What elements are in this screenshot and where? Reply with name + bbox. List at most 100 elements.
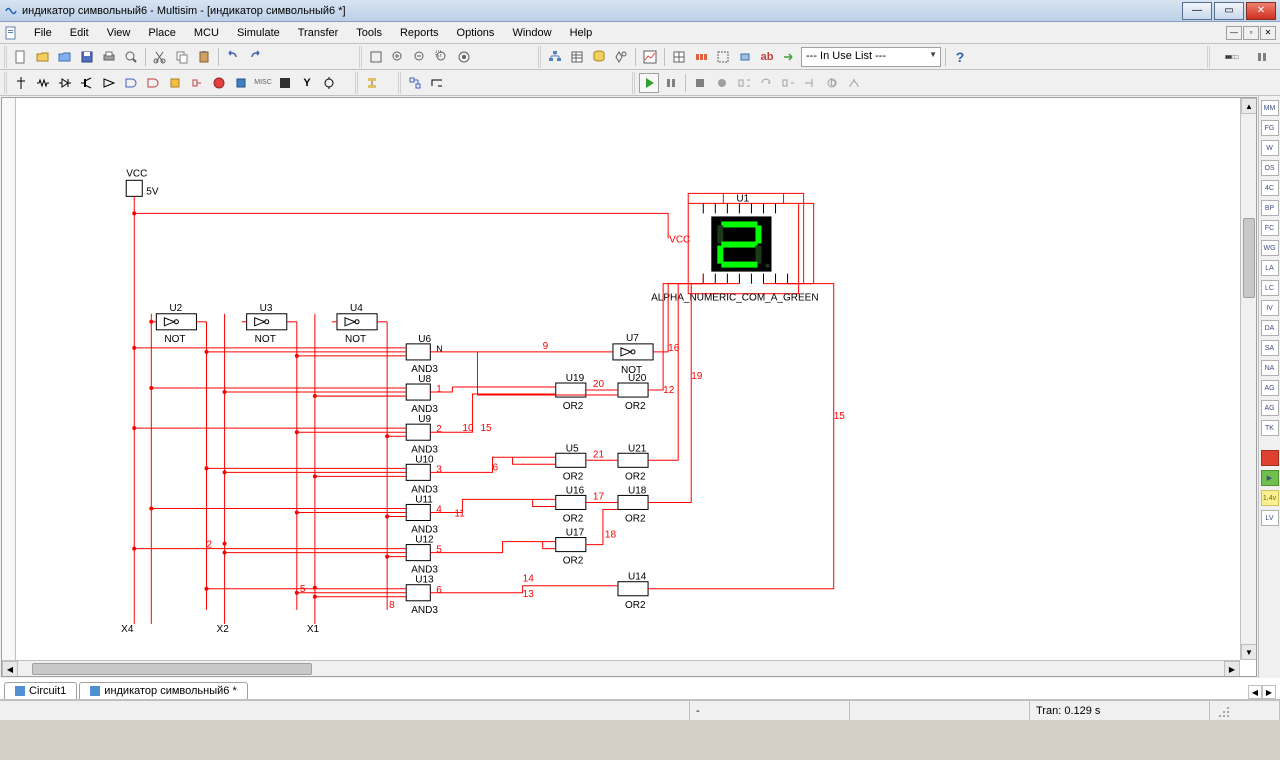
or-gate-u14[interactable]: U14 OR2 xyxy=(618,572,648,611)
menu-tools[interactable]: Tools xyxy=(348,25,390,41)
find-icon[interactable] xyxy=(611,47,631,67)
help-icon[interactable]: ? xyxy=(950,47,970,67)
not-gate-u3[interactable]: U3 NOT xyxy=(247,303,287,345)
zoom-area-icon[interactable] xyxy=(432,47,452,67)
tab-indicator-file[interactable]: индикатор символьный6 * xyxy=(79,682,247,699)
cut-icon[interactable] xyxy=(150,47,170,67)
menu-simulate[interactable]: Simulate xyxy=(229,25,288,41)
spec-icon[interactable]: SA xyxy=(1261,340,1279,356)
scroll-up-arrow-icon[interactable]: ▲ xyxy=(1241,98,1257,114)
menu-edit[interactable]: Edit xyxy=(62,25,97,41)
print-icon[interactable] xyxy=(99,47,119,67)
new-icon[interactable] xyxy=(11,47,31,67)
vertical-scrollbar[interactable]: ▲ ▼ xyxy=(1240,98,1256,660)
place-junction-icon[interactable] xyxy=(427,73,447,93)
select-area-icon[interactable] xyxy=(713,47,733,67)
or-gate-u19[interactable]: U19 OR2 xyxy=(556,373,586,412)
menu-help[interactable]: Help xyxy=(562,25,601,41)
place-misc-icon[interactable]: MISC xyxy=(253,73,273,93)
zoom-full-icon[interactable] xyxy=(366,47,386,67)
text-icon[interactable]: ab xyxy=(757,47,777,67)
pause-toggle-icon[interactable] xyxy=(1252,47,1272,67)
menu-place[interactable]: Place xyxy=(140,25,184,41)
or-gate-u16[interactable]: U16 OR2 xyxy=(556,485,586,524)
probe-current-icon[interactable] xyxy=(1261,450,1279,466)
scope-icon[interactable]: OS xyxy=(1261,160,1279,176)
labview-icon[interactable]: LV xyxy=(1261,510,1279,526)
copy-icon[interactable] xyxy=(172,47,192,67)
menu-window[interactable]: Window xyxy=(504,25,559,41)
place-ttl-icon[interactable] xyxy=(121,73,141,93)
place-transistor-icon[interactable] xyxy=(77,73,97,93)
vertical-scroll-thumb[interactable] xyxy=(1243,218,1255,298)
or-gate-u5[interactable]: U5 OR2 xyxy=(556,443,586,482)
iv-icon[interactable]: IV xyxy=(1261,300,1279,316)
fgen-icon[interactable]: FG xyxy=(1261,120,1279,136)
postprocessor-icon[interactable] xyxy=(669,47,689,67)
wordgen-icon[interactable]: WG xyxy=(1261,240,1279,256)
toggle-bp-icon[interactable] xyxy=(844,73,864,93)
bode-icon[interactable]: BP xyxy=(1261,200,1279,216)
scope4-icon[interactable]: 4C xyxy=(1261,180,1279,196)
zoom-in-icon[interactable] xyxy=(388,47,408,67)
mdi-restore-button[interactable]: ▫ xyxy=(1243,26,1259,40)
and-gate-u11[interactable] xyxy=(406,504,430,520)
hierarchy-icon[interactable] xyxy=(545,47,565,67)
menu-mcu[interactable]: MCU xyxy=(186,25,227,41)
scroll-right-arrow-icon[interactable]: ▶ xyxy=(1224,661,1240,677)
and-gate-u13[interactable] xyxy=(406,585,430,601)
or-gate-u17[interactable]: U17 OR2 xyxy=(556,528,586,567)
probe-voltage-icon[interactable]: 1.4v xyxy=(1261,490,1279,506)
database-icon[interactable] xyxy=(589,47,609,67)
place-analog-icon[interactable] xyxy=(99,73,119,93)
tek-icon[interactable]: TK xyxy=(1261,420,1279,436)
stop-button[interactable] xyxy=(690,73,710,93)
seven-segment-display[interactable]: U1 VCC ALPHA_NUMERIC_COM_A_GREEN xyxy=(651,193,819,303)
close-button[interactable]: ✕ xyxy=(1246,2,1276,20)
and-gate-u8[interactable] xyxy=(406,384,430,400)
open-icon[interactable] xyxy=(33,47,53,67)
horizontal-scrollbar[interactable]: ◀ ▶ xyxy=(2,660,1240,676)
place-basic-icon[interactable] xyxy=(33,73,53,93)
print-preview-icon[interactable] xyxy=(121,47,141,67)
menu-transfer[interactable]: Transfer xyxy=(290,25,347,41)
menu-file[interactable]: File xyxy=(26,25,60,41)
place-diode-icon[interactable] xyxy=(55,73,75,93)
or-gate-u21[interactable]: U21 OR2 xyxy=(618,443,648,482)
dist-icon[interactable]: DA xyxy=(1261,320,1279,336)
wattmeter-icon[interactable]: W xyxy=(1261,140,1279,156)
or-gate-u18[interactable]: U18 OR2 xyxy=(618,485,648,524)
zoom-sheet-icon[interactable] xyxy=(454,47,474,67)
zoom-out-icon[interactable] xyxy=(410,47,430,67)
undo-icon[interactable] xyxy=(223,47,243,67)
grapher-icon[interactable] xyxy=(640,47,660,67)
goto-icon[interactable] xyxy=(779,47,799,67)
horizontal-scroll-thumb[interactable] xyxy=(32,663,312,675)
strip-icon[interactable] xyxy=(691,47,711,67)
ag2-icon[interactable]: AG xyxy=(1261,400,1279,416)
freq-icon[interactable]: FC xyxy=(1261,220,1279,236)
place-mixed-icon[interactable] xyxy=(187,73,207,93)
pause-button[interactable] xyxy=(661,73,681,93)
place-indicator-icon[interactable] xyxy=(209,73,229,93)
paste-icon[interactable] xyxy=(194,47,214,67)
place-rf-icon[interactable]: Y xyxy=(297,73,317,93)
probe-run-icon[interactable]: ▶ xyxy=(1261,470,1279,486)
schematic-canvas[interactable]: VCC 5V U1 VCC xyxy=(16,98,1240,660)
step-out-icon[interactable] xyxy=(778,73,798,93)
scroll-left-arrow-icon[interactable]: ◀ xyxy=(2,661,18,677)
menu-view[interactable]: View xyxy=(99,25,139,41)
minimize-button[interactable]: — xyxy=(1182,2,1212,20)
menu-reports[interactable]: Reports xyxy=(392,25,447,41)
logic-analyzer-icon[interactable]: LA xyxy=(1261,260,1279,276)
place-electromech-icon[interactable] xyxy=(319,73,339,93)
not-gate-u2[interactable]: U2 NOT xyxy=(156,303,196,345)
and-gate-u9[interactable] xyxy=(406,424,430,440)
save-icon[interactable] xyxy=(77,47,97,67)
tab-scroll-left-icon[interactable]: ◀ xyxy=(1248,685,1262,699)
redo-icon[interactable] xyxy=(245,47,265,67)
and-gate-u10[interactable] xyxy=(406,464,430,480)
vcc-source[interactable]: VCC 5V xyxy=(126,168,159,213)
run-button[interactable] xyxy=(639,73,659,93)
scroll-down-arrow-icon[interactable]: ▼ xyxy=(1241,644,1257,660)
